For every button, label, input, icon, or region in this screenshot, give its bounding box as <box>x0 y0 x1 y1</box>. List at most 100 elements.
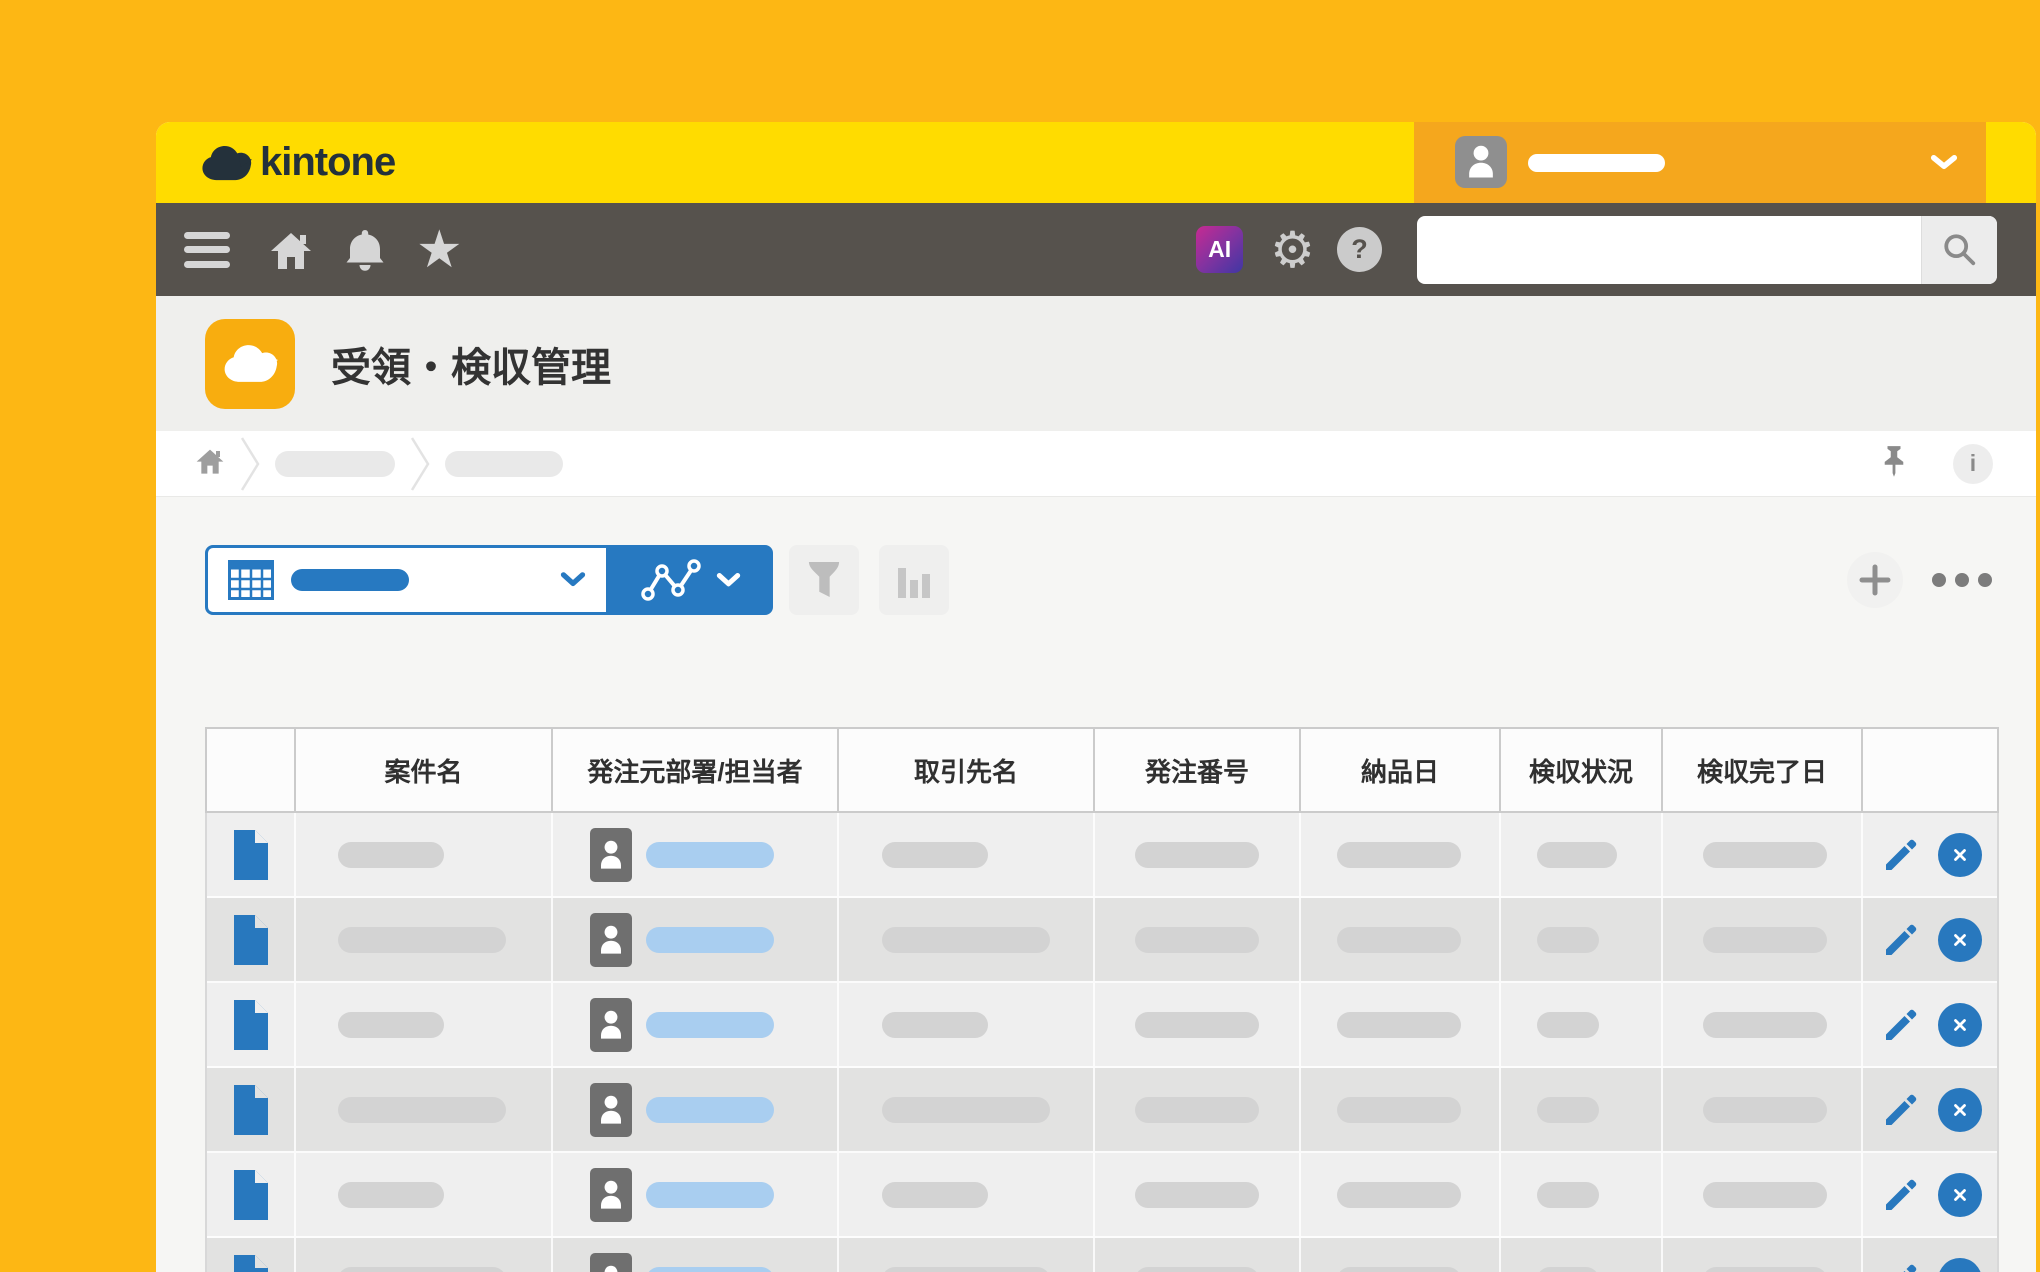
breadcrumb-item-placeholder[interactable] <box>445 450 563 477</box>
chart-button[interactable] <box>879 545 949 615</box>
delete-x-icon <box>1954 1103 1966 1116</box>
delivery-date-cell <box>1301 813 1501 896</box>
pencil-edit-icon <box>1903 1264 1917 1272</box>
gear-icon[interactable]: ⚙ <box>1270 225 1315 275</box>
table-row <box>207 813 1997 898</box>
done-date-placeholder <box>1703 1266 1827 1272</box>
more-options-button[interactable] <box>1932 573 1992 587</box>
status-placeholder <box>1537 841 1617 868</box>
record-icon-cell <box>207 898 296 981</box>
bar-chart-icon <box>898 568 930 598</box>
record-document-link[interactable] <box>233 1169 268 1220</box>
delivery-date-cell <box>1301 983 1501 1066</box>
table-body <box>205 813 1999 1272</box>
pencil-edit-icon <box>1886 1009 1917 1040</box>
filter-button[interactable] <box>789 545 859 615</box>
record-icon-cell <box>207 983 296 1066</box>
home-icon[interactable] <box>268 227 314 273</box>
table-row <box>207 1238 1997 1272</box>
delete-record-button[interactable] <box>1938 832 1982 877</box>
delivery-date-placeholder <box>1337 926 1461 953</box>
toolbar <box>205 545 1992 615</box>
info-button[interactable]: i <box>1953 443 1993 484</box>
pushpin-icon[interactable] <box>1881 445 1907 482</box>
edit-record-button[interactable] <box>1882 1261 1920 1272</box>
record-document-link[interactable] <box>233 1084 268 1135</box>
page-title: 受領・検収管理 <box>331 345 611 390</box>
delete-record-button[interactable] <box>1938 917 1982 962</box>
edit-record-button[interactable] <box>1882 921 1920 959</box>
chevron-down-icon <box>716 572 741 586</box>
delete-record-button[interactable] <box>1938 1257 1982 1272</box>
breadcrumb-item-placeholder[interactable] <box>275 450 395 477</box>
pencil-edit-icon <box>1886 1094 1917 1125</box>
delete-record-button[interactable] <box>1938 1172 1982 1217</box>
help-button[interactable]: ? <box>1337 227 1382 272</box>
delivery-date-placeholder <box>1337 841 1461 868</box>
hamburger-menu-icon[interactable] <box>184 231 230 268</box>
owner-cell <box>553 813 839 896</box>
edit-record-button[interactable] <box>1882 1176 1920 1214</box>
delivery-date-placeholder <box>1337 1096 1461 1123</box>
status-cell <box>1501 1153 1663 1236</box>
delete-x-icon <box>1954 848 1966 861</box>
record-name-cell <box>296 1238 553 1272</box>
app-cloud-icon <box>205 318 295 409</box>
actions-cell <box>1863 813 2001 896</box>
owner-link-placeholder[interactable] <box>646 1181 774 1208</box>
record-name-cell <box>296 813 553 896</box>
favorites-star-icon[interactable]: ★ <box>416 224 463 276</box>
owner-link-placeholder[interactable] <box>646 926 774 953</box>
status-placeholder <box>1537 1011 1599 1038</box>
edit-record-button[interactable] <box>1882 1006 1920 1044</box>
delivery-date-placeholder <box>1337 1011 1461 1038</box>
delete-record-button[interactable] <box>1938 1087 1982 1132</box>
record-name-cell <box>296 1153 553 1236</box>
view-selector <box>205 545 773 615</box>
kintone-logo[interactable]: kintone <box>200 122 396 203</box>
order-number-cell <box>1095 1238 1301 1272</box>
column-header-status[interactable]: 検収状況 <box>1501 729 1663 811</box>
notifications-bell-icon[interactable] <box>342 227 388 273</box>
owner-link-placeholder[interactable] <box>646 1011 774 1038</box>
pencil-edit-icon <box>1886 839 1917 870</box>
home-icon[interactable] <box>195 447 225 480</box>
table-row <box>207 1068 1997 1153</box>
owner-link-placeholder[interactable] <box>646 1266 774 1272</box>
search-button[interactable] <box>1921 215 1997 284</box>
record-document-link[interactable] <box>233 914 268 965</box>
status-placeholder <box>1537 1266 1599 1272</box>
done-date-cell <box>1663 1238 1863 1272</box>
record-name-placeholder <box>338 1266 506 1272</box>
column-header-done_date[interactable]: 検収完了日 <box>1663 729 1863 811</box>
ai-assistant-button[interactable]: AI <box>1196 226 1244 273</box>
record-document-link[interactable] <box>233 999 268 1050</box>
user-menu[interactable] <box>1414 122 1986 203</box>
pencil-edit-icon <box>1886 924 1917 955</box>
column-header-delivery_date[interactable]: 納品日 <box>1301 729 1501 811</box>
column-header-icon <box>207 729 296 811</box>
status-cell <box>1501 1238 1663 1272</box>
view-name-placeholder <box>291 569 409 591</box>
partner-cell <box>839 813 1095 896</box>
column-header-partner[interactable]: 取引先名 <box>839 729 1095 811</box>
column-header-order_no[interactable]: 発注番号 <box>1095 729 1301 811</box>
record-document-link[interactable] <box>233 829 268 880</box>
owner-link-placeholder[interactable] <box>646 1096 774 1123</box>
person-icon <box>601 1180 621 1209</box>
column-header-name[interactable]: 案件名 <box>296 729 553 811</box>
edit-record-button[interactable] <box>1882 836 1920 874</box>
chevron-down-icon <box>560 572 586 587</box>
delivery-date-cell <box>1301 898 1501 981</box>
kintone-logo-text: kintone <box>260 140 396 184</box>
owner-link-placeholder[interactable] <box>646 841 774 868</box>
add-record-button[interactable] <box>1847 552 1903 608</box>
record-document-link[interactable] <box>233 1254 268 1272</box>
search-input[interactable] <box>1417 215 1921 284</box>
column-header-owner[interactable]: 発注元部署/担当者 <box>553 729 839 811</box>
view-dropdown[interactable] <box>205 545 609 615</box>
graph-button[interactable] <box>609 545 773 615</box>
edit-record-button[interactable] <box>1882 1091 1920 1129</box>
delete-x-icon <box>1954 1188 1966 1201</box>
delete-record-button[interactable] <box>1938 1002 1982 1047</box>
